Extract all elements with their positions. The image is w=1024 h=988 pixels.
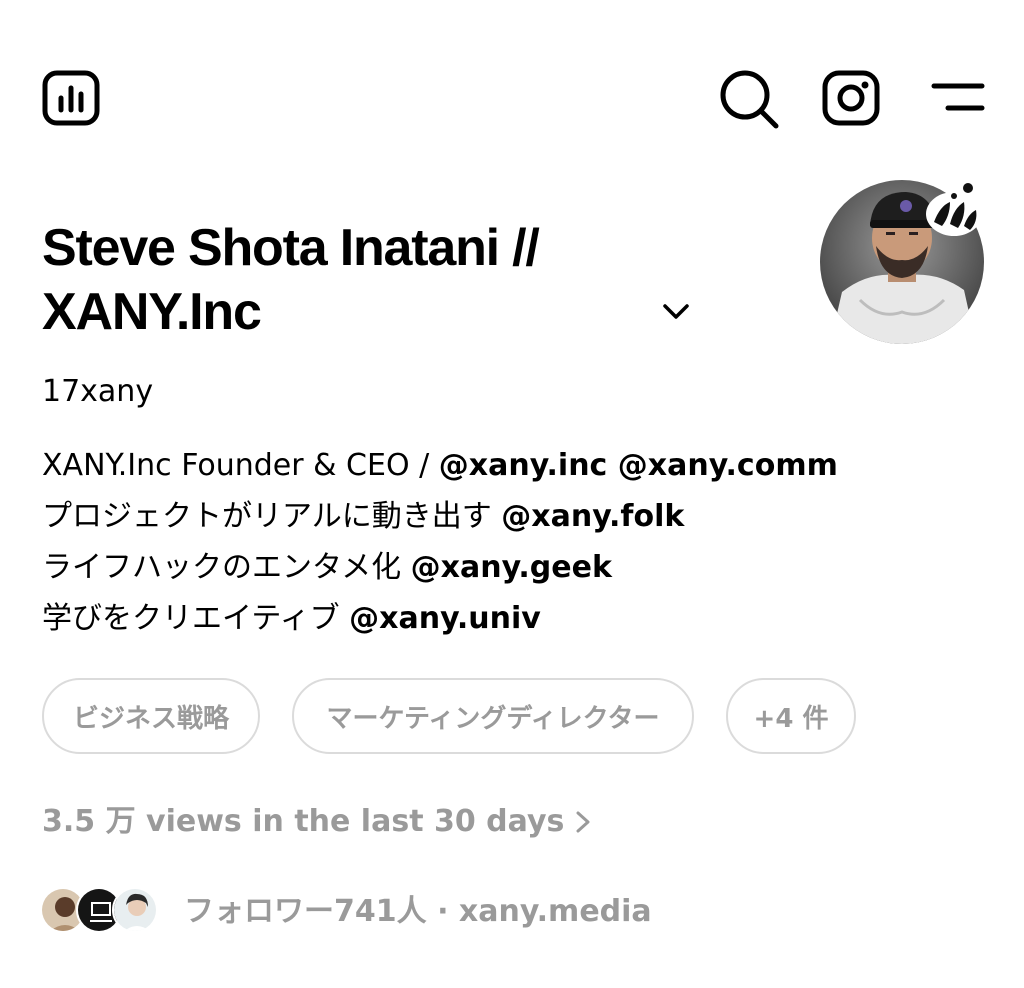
- views-insight-link[interactable]: 3.5 万 views in the last 30 days: [42, 800, 592, 844]
- tag-chip[interactable]: マーケティングディレクター: [292, 678, 694, 754]
- bio-line: ライフハックのエンタメ化 @xany.geek: [42, 542, 982, 593]
- bio-line: XANY.Inc Founder & CEO / @xany.inc @xany…: [42, 440, 982, 491]
- bio-text: XANY.Inc Founder & CEO /: [42, 448, 439, 483]
- bio: XANY.Inc Founder & CEO / @xany.inc @xany…: [42, 440, 982, 644]
- chevron-down-icon[interactable]: [660, 298, 692, 326]
- search-icon[interactable]: [718, 68, 780, 130]
- more-tags-chip[interactable]: +4 件: [726, 678, 856, 754]
- mention-link[interactable]: @xany.inc @xany.comm: [439, 448, 838, 483]
- chevron-right-icon: [576, 811, 590, 833]
- instagram-icon[interactable]: [822, 70, 880, 126]
- bio-line: プロジェクトがリアルに動き出す @xany.folk: [42, 491, 982, 542]
- mention-link[interactable]: @xany.geek: [411, 550, 612, 585]
- mention-link[interactable]: @xany.univ: [349, 601, 541, 636]
- tag-chip[interactable]: ビジネス戦略: [42, 678, 260, 754]
- username: 17xany: [42, 374, 154, 409]
- follower-avatars[interactable]: [40, 884, 158, 936]
- bio-line: 学びをクリエイティブ @xany.univ: [42, 593, 982, 644]
- mention-link[interactable]: @xany.folk: [501, 499, 684, 534]
- profile-page: Steve Shota Inatani // XANY.Inc 17xany X…: [0, 0, 1024, 988]
- bio-text: ライフハックのエンタメ化: [42, 550, 411, 585]
- views-text: 3.5 万 views in the last 30 days: [42, 804, 565, 839]
- menu-icon[interactable]: [930, 80, 986, 116]
- bio-text: プロジェクトがリアルに動き出す: [42, 499, 502, 534]
- followers-count-link[interactable]: フォロワー741人 · xany.media: [184, 890, 652, 934]
- insights-icon[interactable]: [42, 70, 100, 126]
- profile-name: Steve Shota Inatani // XANY.Inc: [42, 219, 540, 341]
- avatar[interactable]: [820, 180, 984, 344]
- bio-text: 学びをクリエイティブ: [42, 601, 350, 636]
- follower-avatar: [112, 887, 158, 933]
- tag-list: ビジネス戦略 マーケティングディレクター +4 件: [42, 678, 856, 754]
